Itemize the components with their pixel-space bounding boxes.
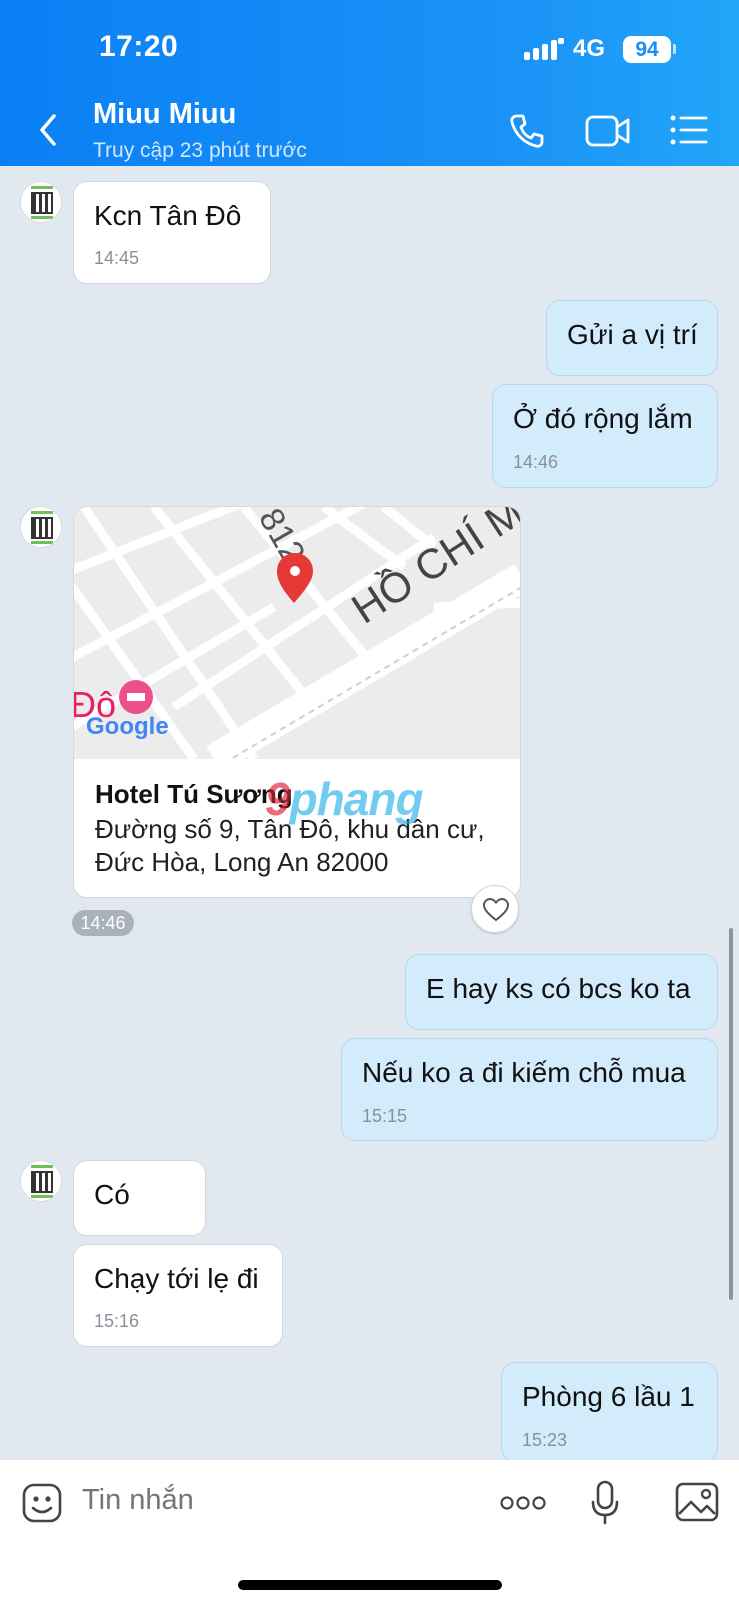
image-gallery-icon[interactable] xyxy=(675,1482,719,1522)
message-bubble-outgoing[interactable]: E hay ks có bcs ko ta xyxy=(405,954,718,1030)
menu-list-icon[interactable] xyxy=(670,114,708,146)
message-text: Gửi a vị trí xyxy=(567,319,698,350)
map-preview[interactable]: HỒ CHÍ M 812 Đô Google xyxy=(74,507,521,759)
message-time: 14:46 xyxy=(513,452,559,472)
location-time: 14:46 xyxy=(72,910,134,936)
message-text: Nếu ko a đi kiếm chỗ mua xyxy=(362,1057,686,1088)
phone-call-icon[interactable] xyxy=(508,112,546,150)
sticker-emoji-icon[interactable] xyxy=(21,1482,63,1524)
contact-avatar[interactable] xyxy=(20,181,62,223)
signal-icon xyxy=(524,38,564,60)
message-time: 15:23 xyxy=(522,1430,568,1450)
location-card[interactable]: HỒ CHÍ M 812 Đô Google Hotel Tú Sương Đư… xyxy=(73,506,521,898)
message-bubble-outgoing[interactable]: Phòng 6 lầu 1 15:23 xyxy=(501,1362,718,1462)
message-time: 15:16 xyxy=(94,1311,140,1331)
message-text: E hay ks có bcs ko ta xyxy=(426,973,691,1004)
message-input[interactable] xyxy=(82,1484,462,1517)
chat-header: 17:20 4G 94 Miuu Miuu Truy cập 23 phút t… xyxy=(0,0,739,166)
react-heart-button[interactable] xyxy=(471,885,519,933)
message-time: 15:15 xyxy=(362,1106,408,1126)
message-bubble-outgoing[interactable]: Nếu ko a đi kiếm chỗ mua 15:15 xyxy=(341,1038,718,1141)
message-bubble-incoming[interactable]: Có xyxy=(73,1160,206,1236)
network-type: 4G xyxy=(573,35,606,62)
status-time: 17:20 xyxy=(99,30,179,63)
message-text: Có xyxy=(94,1179,130,1210)
chat-scrollbar[interactable] xyxy=(729,928,733,1300)
home-indicator xyxy=(238,1580,502,1590)
heart-icon xyxy=(483,898,509,922)
video-call-icon[interactable] xyxy=(585,113,631,149)
contact-avatar[interactable] xyxy=(20,506,62,548)
battery-nub xyxy=(673,44,676,54)
more-options-icon[interactable] xyxy=(500,1496,546,1510)
message-time: 14:45 xyxy=(94,248,140,268)
google-logo: Google xyxy=(86,713,169,740)
battery-indicator: 94 xyxy=(623,36,671,63)
message-text: Ở đó rộng lắm xyxy=(513,403,693,434)
location-title: Hotel Tú Sương xyxy=(95,779,293,809)
watermark-logo: 9phang xyxy=(265,772,424,826)
message-composer xyxy=(0,1460,739,1600)
message-bubble-incoming[interactable]: Kcn Tân Đô 14:45 xyxy=(73,181,271,284)
last-seen-status: Truy cập 23 phút trước xyxy=(93,139,307,162)
microphone-icon[interactable] xyxy=(590,1480,620,1526)
message-bubble-incoming[interactable]: Chạy tới lẹ đi 15:16 xyxy=(73,1244,283,1347)
watermark-part1: 9 xyxy=(265,773,291,825)
message-bubble-outgoing[interactable]: Gửi a vị trí xyxy=(546,300,718,376)
message-text: Chạy tới lẹ đi xyxy=(94,1263,259,1294)
back-chevron-icon[interactable] xyxy=(34,110,64,150)
message-bubble-outgoing[interactable]: Ở đó rộng lắm 14:46 xyxy=(492,384,718,488)
message-text: Kcn Tân Đô xyxy=(94,200,242,231)
contact-avatar[interactable] xyxy=(20,1160,62,1202)
contact-name[interactable]: Miuu Miuu xyxy=(93,98,236,131)
message-text: Phòng 6 lầu 1 xyxy=(522,1381,695,1412)
watermark-part2: phang xyxy=(289,773,424,825)
